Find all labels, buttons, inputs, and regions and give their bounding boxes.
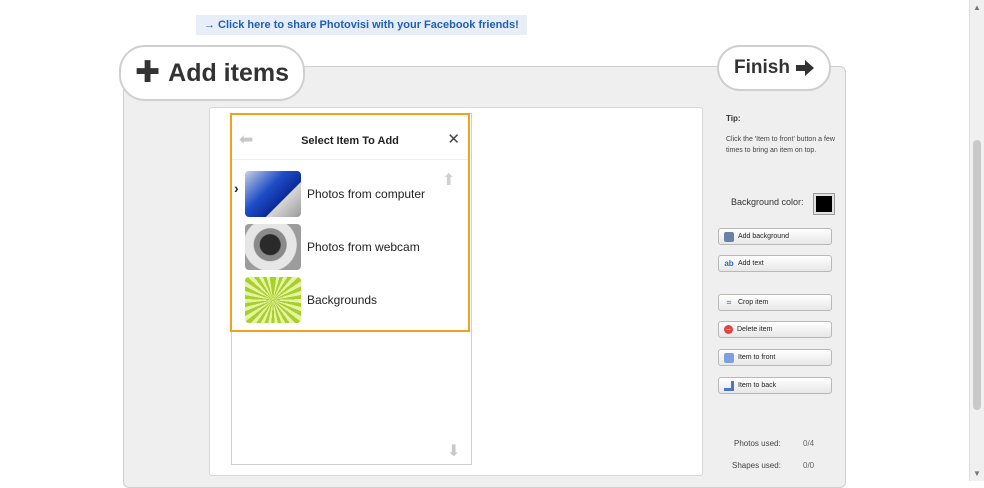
shapes-used-label: Shapes used: [732, 461, 781, 470]
tip-text: Click the 'Item to front' button a few t… [726, 136, 835, 154]
scroll-down-arrow-icon[interactable]: ⬇ [447, 441, 460, 461]
scrollbar-up-icon[interactable]: ▲ [973, 3, 981, 12]
finish-label: Finish [734, 57, 790, 78]
send-back-icon [724, 380, 734, 391]
item-to-front-button[interactable]: Item to front [718, 349, 832, 366]
scrollbar-down-icon[interactable]: ▼ [973, 469, 981, 478]
plus-icon: ✚ [135, 56, 161, 89]
photos-used-label: Photos used: [734, 439, 781, 448]
add-items-title: Add items [168, 58, 289, 87]
add-text-button[interactable]: ab Add text [718, 255, 832, 272]
bring-front-icon [724, 352, 734, 363]
button-label: Add background [738, 233, 789, 240]
arrow-right-icon [795, 60, 814, 76]
page-scrollbar[interactable]: ▲ ▼ [969, 0, 984, 481]
scrollbar-thumb[interactable] [973, 140, 981, 410]
list-item-label: Photos from computer [307, 187, 426, 201]
webcam-icon [245, 224, 301, 270]
background-color-label: Background color: [731, 197, 804, 207]
selection-caret-icon: › [234, 180, 239, 196]
list-item-label: Photos from webcam [307, 240, 420, 254]
image-icon [724, 231, 734, 242]
button-label: Add text [738, 260, 764, 267]
delete-item-button[interactable]: − Delete item [718, 321, 832, 338]
computer-monitor-icon [245, 171, 301, 217]
list-item-photos-computer[interactable]: Photos from computer [245, 171, 455, 217]
crop-icon: ⌗ [726, 297, 732, 307]
list-item-photos-webcam[interactable]: Photos from webcam [245, 224, 455, 270]
background-sunburst-icon [245, 277, 301, 323]
scroll-up-arrow-icon[interactable]: ⬆ [442, 170, 455, 190]
shapes-used-value: 0/0 [803, 461, 815, 470]
button-label: Crop item [738, 299, 769, 306]
crop-item-button[interactable]: ⌗ Crop item [718, 294, 832, 311]
list-item-label: Backgrounds [307, 293, 378, 307]
dialog-title: Select Item To Add [301, 135, 399, 147]
background-color-swatch[interactable] [814, 194, 834, 214]
close-icon[interactable]: ✕ [447, 130, 460, 148]
photos-used-value: 0/4 [803, 439, 815, 448]
add-background-button[interactable]: Add background [718, 228, 832, 245]
add-items-header: ✚ Add items [119, 45, 305, 101]
button-label: Item to back [738, 382, 777, 389]
button-label: Item to front [738, 354, 776, 361]
delete-icon: − [724, 325, 733, 334]
item-to-back-button[interactable]: Item to back [718, 377, 832, 394]
share-facebook-link[interactable]: → Click here to share Photovisi with you… [196, 15, 527, 35]
dialog-header: ⬅ Select Item To Add ✕ [232, 115, 468, 160]
finish-button[interactable]: Finish [717, 45, 831, 91]
select-item-dialog: ⬅ Select Item To Add ✕ Photos from compu… [230, 113, 470, 332]
tip-title: Tip: [726, 114, 741, 123]
button-label: Delete item [737, 326, 773, 333]
text-icon: ab [724, 259, 734, 268]
list-item-backgrounds[interactable]: Backgrounds [245, 277, 455, 323]
